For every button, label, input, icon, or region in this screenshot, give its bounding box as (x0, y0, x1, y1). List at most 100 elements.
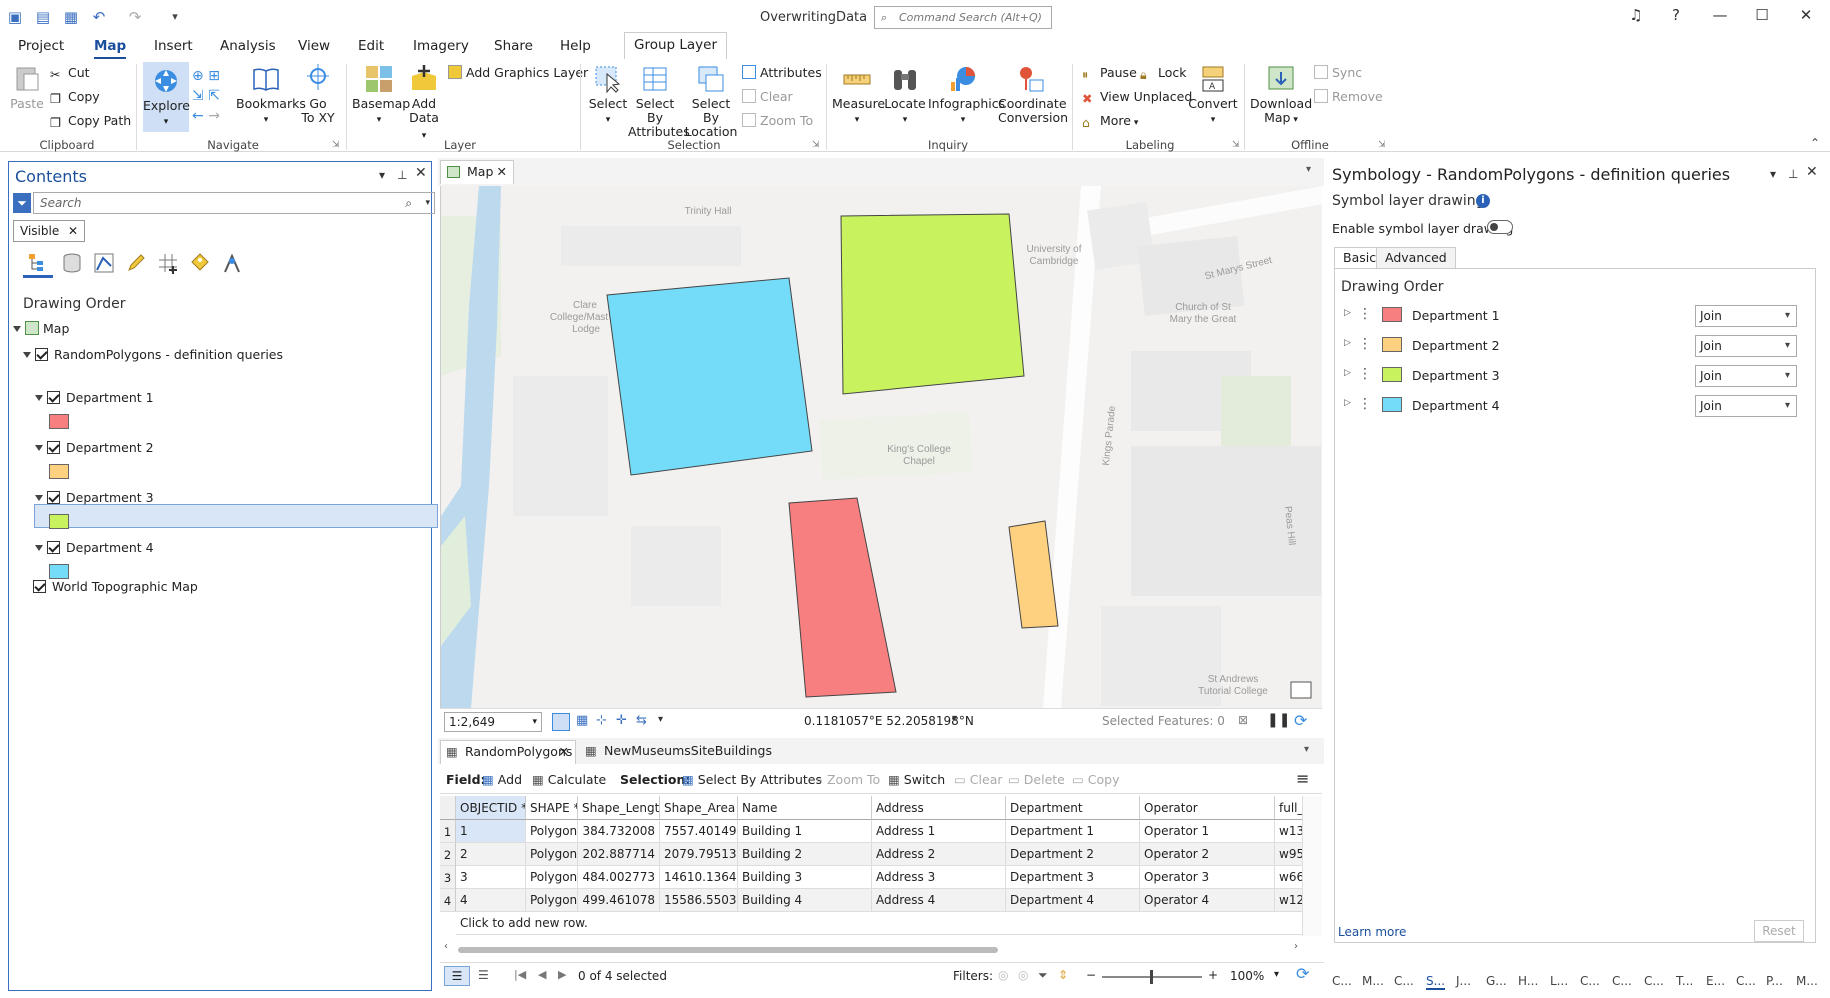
info-icon[interactable]: i (1476, 194, 1490, 208)
download-map-button[interactable]: Download Map ▾ (1250, 64, 1312, 127)
expand-triangle-icon[interactable]: ▷ (1344, 398, 1351, 408)
pane-tab[interactable]: P... (1766, 974, 1783, 988)
table-cell[interactable]: w13 (1275, 820, 1302, 843)
table-cell[interactable]: Building 4 (738, 889, 872, 912)
table-cell[interactable]: Building 2 (738, 843, 872, 866)
column-header-address[interactable]: Address (872, 796, 1006, 820)
navigate-launcher-icon[interactable]: ⇲ (332, 140, 340, 150)
visible-filter-chip[interactable]: Visible ✕ (13, 220, 85, 242)
list-by-perspective-imagery-icon[interactable] (221, 252, 243, 274)
table-cell[interactable]: Department 2 (1006, 843, 1140, 866)
pause-labeling-button[interactable]: ⏸ Pause (1082, 65, 1137, 82)
tab-edit[interactable]: Edit (358, 38, 384, 54)
table-cell[interactable]: 484.002773 (578, 866, 660, 889)
status-options-icon[interactable]: ▾ (658, 714, 663, 725)
select-by-attributes-table-button[interactable]: ▦ Select By Attributes (682, 772, 822, 787)
pane-tab[interactable]: C... (1644, 974, 1664, 988)
row-header[interactable]: 3 (440, 866, 456, 889)
pin-icon[interactable]: ⊥ (397, 168, 407, 182)
tab-view[interactable]: View (298, 38, 330, 54)
basemap-checkbox[interactable] (33, 580, 46, 593)
zoom-in-icon[interactable]: ⇲ (192, 88, 204, 104)
calculate-field-button[interactable]: ▦ Calculate (532, 772, 606, 787)
table-cell[interactable]: 384.732008 (578, 820, 660, 843)
view-unplaced-button[interactable]: ✖ View Unplaced (1082, 89, 1192, 106)
table-cell[interactable]: 14610.136436 (660, 866, 738, 889)
minimize-button[interactable]: — (1710, 6, 1730, 24)
select-by-location-button[interactable]: Select By Location (684, 64, 738, 139)
search-options-icon[interactable]: ▾ (425, 198, 430, 208)
explore-button[interactable]: Explore ▾ (143, 62, 190, 132)
close-pane-icon[interactable]: ✕ (415, 165, 427, 181)
table-cell[interactable]: 499.461078 (578, 889, 660, 912)
table-cell[interactable]: Address 4 (872, 889, 1006, 912)
clear-selection-button[interactable]: Clear (742, 89, 793, 104)
department-3-node[interactable]: Department 3 (35, 490, 154, 505)
tab-map[interactable]: Map (94, 38, 127, 59)
paste-button[interactable]: Paste (10, 64, 44, 111)
table-cell[interactable]: Polygon (526, 866, 578, 889)
labeling-launcher-icon[interactable]: ⇲ (1232, 140, 1240, 150)
department-2-node[interactable]: Department 2 (35, 440, 154, 455)
show-selected-records-icon[interactable]: ☰ (478, 968, 489, 982)
column-header-full[interactable]: full_ (1275, 796, 1302, 820)
table-menu-icon[interactable]: ≡ (1296, 769, 1309, 788)
table-cell[interactable]: Operator 4 (1140, 889, 1275, 912)
zoom-in-table-icon[interactable]: + (1208, 968, 1218, 982)
horizontal-scrollbar[interactable]: ‹ › (440, 941, 1302, 956)
table-cell[interactable]: Building 3 (738, 866, 872, 889)
table-cell[interactable]: Address 2 (872, 843, 1006, 866)
help-icon[interactable]: ? (1666, 6, 1686, 24)
department-4-polygon[interactable] (606, 277, 813, 476)
zoom-out-table-icon[interactable]: − (1086, 968, 1096, 982)
drag-handle-icon[interactable]: ⋮ (1358, 366, 1372, 382)
refresh-selection-icon[interactable]: ⊠ (1238, 713, 1248, 727)
pane-tab[interactable]: C... (1612, 974, 1632, 988)
extent-filter-icon[interactable]: ◎ (998, 968, 1008, 982)
attributes-button[interactable]: Attributes (742, 65, 822, 80)
pin-icon[interactable]: ⊥ (1788, 167, 1798, 181)
department-1-checkbox[interactable] (47, 391, 60, 404)
forward-icon[interactable]: → (208, 108, 220, 124)
table-cell[interactable]: Polygon (526, 820, 578, 843)
scrollbar-thumb[interactable] (458, 947, 998, 953)
contents-search-input[interactable]: Search ⌕ ▾ (33, 192, 435, 214)
collapse-ribbon-icon[interactable]: ⌃ (1810, 136, 1820, 150)
go-to-xy-button[interactable]: Go To XY (300, 64, 336, 125)
basemap-node[interactable]: World Topographic Map (33, 579, 198, 594)
tab-insert[interactable]: Insert (154, 38, 193, 54)
pane-tab[interactable]: M... (1796, 974, 1818, 988)
pane-tab[interactable]: H... (1518, 974, 1538, 988)
pause-drawing-icon[interactable]: ❚❚ (1267, 712, 1290, 728)
table-cell[interactable]: Operator 2 (1140, 843, 1275, 866)
add-data-button[interactable]: Add Data ▾ (406, 64, 442, 143)
table-cell[interactable]: Operator 1 (1140, 820, 1275, 843)
notification-bell-icon[interactable]: ♫ (1626, 6, 1646, 24)
tab-help[interactable]: Help (560, 38, 591, 54)
undo-icon[interactable]: ↶ (90, 8, 108, 26)
pane-tab[interactable]: G... (1486, 974, 1507, 988)
table-cell[interactable]: 2 (456, 843, 526, 866)
collapse-triangle-icon[interactable] (13, 326, 21, 332)
department-3-polygon[interactable] (840, 213, 1025, 395)
tab-project[interactable]: Project (18, 38, 64, 54)
layer-row-selected[interactable] (34, 504, 438, 528)
collapse-triangle-icon[interactable] (23, 352, 31, 358)
coordinate-conversion-button[interactable]: Coordinate Conversion (998, 64, 1068, 125)
constraints-icon[interactable]: ⊹ (596, 713, 607, 728)
open-project-icon[interactable]: ▤ (34, 8, 52, 26)
table-cell[interactable]: Address 3 (872, 866, 1006, 889)
filter-icon[interactable]: ⏷ (13, 193, 31, 213)
pane-tab[interactable]: L... (1550, 974, 1568, 988)
sync-button[interactable]: Sync (1314, 65, 1362, 80)
zoom-tools[interactable]: ⊕ ⊞ ⇲ ⇱ ← → (192, 66, 232, 126)
list-by-snapping-icon[interactable] (157, 252, 179, 274)
row-header[interactable]: 2 (440, 843, 456, 866)
tab-list-icon[interactable]: ▾ (1306, 164, 1311, 175)
grid-snapping-icon[interactable] (552, 713, 570, 731)
selection-launcher-icon[interactable]: ⇲ (812, 140, 820, 150)
table-cell[interactable]: 1 (456, 820, 526, 843)
enable-symbol-layer-drawing-toggle[interactable] (1487, 220, 1513, 234)
table-cell[interactable]: 4 (456, 889, 526, 912)
scale-selector[interactable]: 1:2,649 ▾ (444, 712, 542, 732)
